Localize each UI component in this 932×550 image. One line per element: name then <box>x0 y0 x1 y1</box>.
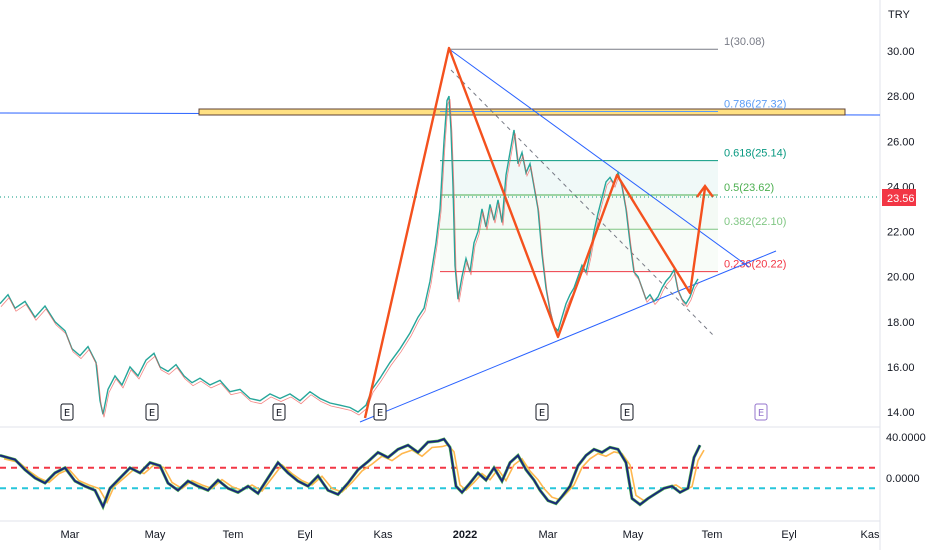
price-tick-label: 22.00 <box>887 227 915 239</box>
oscillator-tick-label: 0.0000 <box>886 473 920 485</box>
time-tick-label: Eyl <box>297 529 312 541</box>
fib-level-label: 0.786(27.32) <box>724 98 786 110</box>
time-tick-label: Tem <box>223 529 244 541</box>
price-tick-label: 18.00 <box>887 317 915 329</box>
lower-trendline[interactable] <box>359 250 777 423</box>
price-tick-label: 26.00 <box>887 136 915 148</box>
time-tick-label: Mar <box>61 529 80 541</box>
earnings-marker-label: E <box>624 408 630 419</box>
fib-level-label: 0.382(22.10) <box>724 216 786 228</box>
fib-zone <box>440 229 718 272</box>
time-tick-label: May <box>145 529 166 541</box>
earnings-marker-label: E <box>149 408 155 419</box>
price-axis: 30.0028.0026.0024.0022.0020.0018.0016.00… <box>887 46 915 419</box>
time-axis: Mar May Tem Eyl Kas 2022 Mar May Tem Eyl Kas <box>61 529 880 541</box>
oscillator-tick-label: 40.0000 <box>886 432 926 444</box>
fib-zone <box>440 160 718 195</box>
earnings-marker-label: E <box>64 408 70 419</box>
fibonacci-retracement[interactable]: 1(30.08) 0.786(27.32) 0.618(25.14) 0.5(23.6… <box>440 36 786 273</box>
price-tick-label: 30.00 <box>887 46 915 58</box>
price-tick-label: 16.00 <box>887 362 915 374</box>
last-price-value: 23.56 <box>887 193 915 205</box>
time-tick-label: May <box>623 529 644 541</box>
currency-label: TRY <box>888 9 910 21</box>
earnings-marker-label: E <box>758 408 764 419</box>
time-tick-label: Kas <box>861 529 880 541</box>
chart-canvas: TRY 30.0028.0026.0024.0022.0020.0018.001… <box>0 0 926 550</box>
earnings-markers[interactable]: EEEEEEE <box>60 403 768 421</box>
price-tick-label: 20.00 <box>887 272 915 284</box>
fib-level-label: 0.618(25.14) <box>724 148 786 160</box>
earnings-marker-label: E <box>276 408 282 419</box>
earnings-marker-label: E <box>377 408 383 419</box>
time-tick-label: Mar <box>539 529 558 541</box>
time-tick-label: Tem <box>702 529 723 541</box>
oscillator-axis: 40.0000 0.0000 <box>886 432 926 485</box>
earnings-marker-label: E <box>539 408 545 419</box>
time-tick-label: 2022 <box>453 529 477 541</box>
price-tick-label: 14.00 <box>887 407 915 419</box>
oscillator-main-line <box>0 438 701 509</box>
time-tick-label: Kas <box>374 529 393 541</box>
price-tick-label: 28.00 <box>887 91 915 103</box>
fib-level-label: 0.5(23.62) <box>724 182 774 194</box>
fib-level-label: 1(30.08) <box>724 36 765 48</box>
time-tick-label: Eyl <box>781 529 796 541</box>
